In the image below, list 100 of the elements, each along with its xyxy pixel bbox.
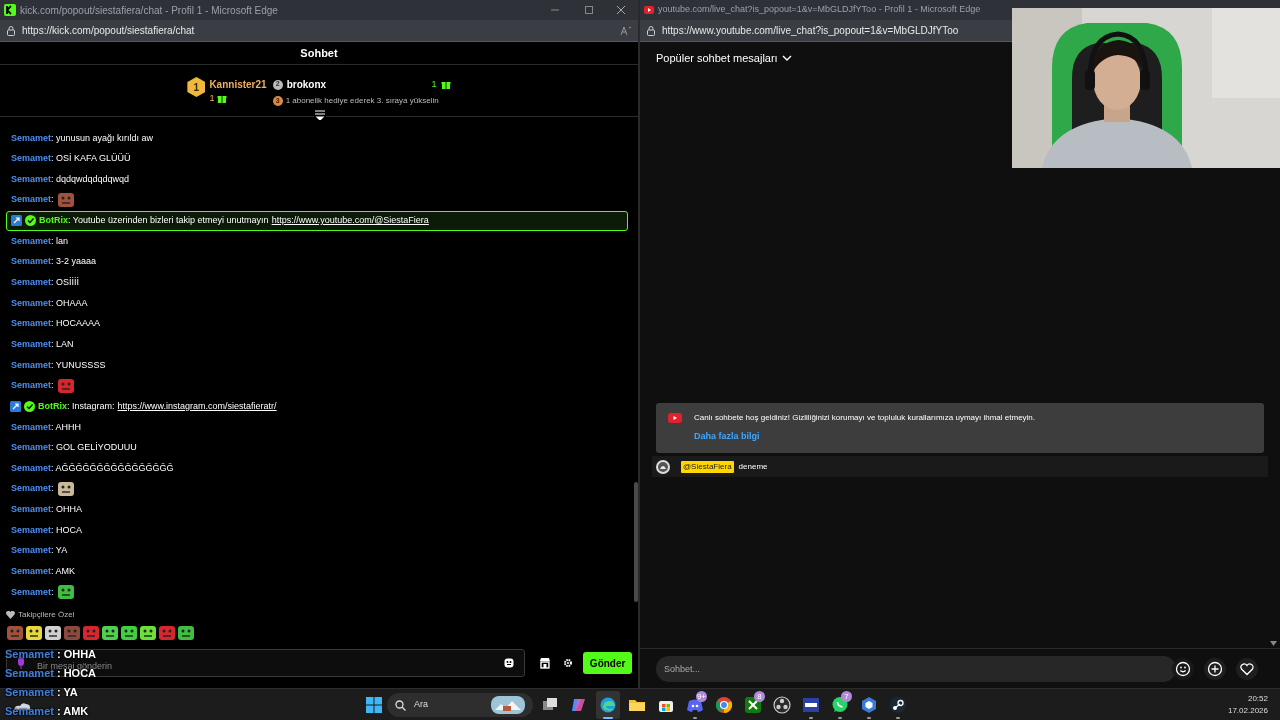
gift-icon (440, 79, 451, 90)
learn-more-link[interactable]: Daha fazla bilgi (694, 430, 760, 444)
tile-icon (802, 696, 820, 714)
speech-bubble-icon (831, 696, 849, 714)
leader-name: brokonx (286, 78, 327, 92)
chat-message: Semamet: YUNUSSSS (11, 358, 106, 372)
window-title: kick.com/popout/siestafiera/chat - Profil 1 - Microsoft Edge (20, 3, 278, 18)
address-bar[interactable]: https://kick.com/popout/siestafiera/chat (22, 23, 195, 38)
chat-message: Semamet: (11, 379, 54, 393)
chat-message: Semamet: (11, 482, 54, 496)
chat-header: Sohbet (300, 45, 338, 61)
chat-message: Semamet: (11, 193, 54, 207)
chat-message: Semamet: OHHA (11, 503, 83, 517)
emote-icon[interactable] (139, 625, 157, 641)
overlay-message: : YA (56, 687, 78, 698)
emote-icon[interactable] (101, 625, 119, 641)
arrow-badge-icon (11, 215, 22, 227)
play-logo-icon (668, 413, 682, 423)
chat-message: Semamet: GOL GELİYODUUU (11, 441, 137, 455)
scroll-down-icon[interactable] (1270, 641, 1277, 646)
swirl-icon (599, 696, 617, 714)
overlay-username: Semamet (5, 687, 54, 698)
chat-message: Semamet: dqdqwdqdqdqwqd (11, 172, 130, 186)
chat-message: Semamet: lan (11, 234, 69, 248)
emoji-icon[interactable] (1172, 657, 1194, 680)
rank-badge: 1 (187, 77, 206, 97)
scrollbar-thumb[interactable] (634, 482, 638, 602)
emote-icon[interactable] (177, 625, 195, 641)
cross-tile-icon (744, 696, 762, 714)
link[interactable]: https://www.youtube.com/@SiestaFiera (271, 214, 429, 228)
chat-message: Semamet: YA (11, 544, 68, 558)
search-highlight-picture-icon (491, 696, 525, 714)
search-bar[interactable]: Ara (387, 693, 533, 717)
clock-time[interactable]: 20:52 (1247, 693, 1268, 705)
windows-start-icon[interactable] (366, 697, 382, 713)
overlay-username: Semamet (5, 668, 54, 679)
close-icon[interactable] (616, 5, 626, 15)
chat-input[interactable]: Sohbet... (656, 655, 1176, 682)
ribbon-icon (570, 696, 588, 714)
chevron-down-icon[interactable] (781, 54, 792, 62)
notification-badge: 7 (841, 691, 852, 702)
lock-icon (6, 25, 16, 36)
emote-section-label: Takipçilere Özel (18, 609, 75, 621)
gift-count: 1 (431, 77, 437, 91)
app-logo-icon (4, 4, 16, 16)
cube-icon (860, 696, 878, 714)
valve-disc-icon (889, 696, 907, 714)
heart-icon (6, 611, 15, 619)
chat-message: Semamet: 3-2 yaaaa (11, 255, 97, 269)
avatar-icon (656, 459, 670, 474)
gift-icon (217, 93, 228, 104)
chat-message: Semamet: (11, 585, 54, 599)
taskbar-button[interactable] (596, 691, 620, 719)
emoji-icon[interactable] (504, 658, 515, 668)
message-text: deneme (738, 460, 768, 473)
overlay-username: Semamet (5, 649, 54, 660)
chat-message: Semamet: HOCAAAA (11, 317, 101, 331)
overlay-message: : OHHA (56, 649, 97, 660)
chat-message: Semamet: AHHH (11, 420, 82, 434)
verified-badge-icon (24, 401, 35, 413)
clock-date[interactable]: 17.02.2026 (1227, 705, 1268, 717)
microphone-icon[interactable] (17, 657, 25, 669)
chat-message: Semamet: OSİİİİ (11, 276, 80, 290)
chat-message: Semamet: OSİ KAFA GLÜÜÜ (11, 152, 131, 166)
overlay-message: : AMK (56, 706, 89, 717)
add-icon[interactable] (1204, 657, 1226, 680)
collapse-icon[interactable] (314, 110, 326, 120)
chat-message: BotRix: Instagram: (38, 399, 115, 413)
emote-icon[interactable] (44, 625, 62, 641)
notification-badge: 9+ (695, 691, 707, 702)
ring-icon (773, 696, 791, 714)
window-title: youtube.com/live_chat?is_popout=1&v=MbGLDJfYToo - Profil 1 - Microsoft Edge (658, 3, 981, 17)
send-button[interactable]: Gönder (583, 652, 632, 674)
welcome-text: Canlı sohbete hoş geldiniz! Gizliliğinizi korumayı ve topluluk kurallarımıza uymayı ihmal etmeyin. (694, 412, 1036, 424)
overlay-username: Semamet (5, 706, 54, 717)
link[interactable]: https://www.instagram.com/siestafieratr/ (117, 399, 277, 414)
store-icon[interactable] (539, 657, 552, 669)
overlay-message: : HOCA (56, 668, 97, 679)
lock-icon (646, 25, 656, 36)
verified-badge-icon (25, 215, 36, 227)
chat-message: Semamet: AMK (11, 565, 76, 578)
chat-message: Semamet: LAN (11, 337, 74, 351)
round-tricolor-icon (715, 696, 733, 714)
notification-badge: 8 (754, 691, 765, 702)
maximize-icon[interactable] (584, 5, 594, 15)
read-aloud-icon[interactable] (620, 25, 632, 36)
emote-icon[interactable] (120, 625, 138, 641)
author-chip[interactable]: @SiestaFiera (681, 460, 734, 473)
emote-icon[interactable] (25, 625, 43, 641)
play-logo-icon (644, 6, 654, 14)
leaderboard-hint: 1 abonelik hediye ederek 3. sıraya yükselin (285, 95, 439, 107)
gift-count: 1 (209, 92, 215, 105)
chat-message: Semamet: AĞĞĞĞĞĞĞĞĞĞĞĞĞĞĞĞ (11, 461, 174, 475)
chat-message: Semamet: yunusun ayağı kırıldı aw (11, 131, 154, 145)
search-icon (395, 699, 406, 711)
leader-name: Kannister21 (209, 78, 267, 92)
chat-message: Semamet: HOCA (11, 523, 83, 537)
settings-icon[interactable] (563, 658, 574, 668)
search-placeholder: Ara (414, 698, 429, 712)
chat-mode-dropdown[interactable]: Popüler sohbet mesajları (656, 49, 778, 67)
